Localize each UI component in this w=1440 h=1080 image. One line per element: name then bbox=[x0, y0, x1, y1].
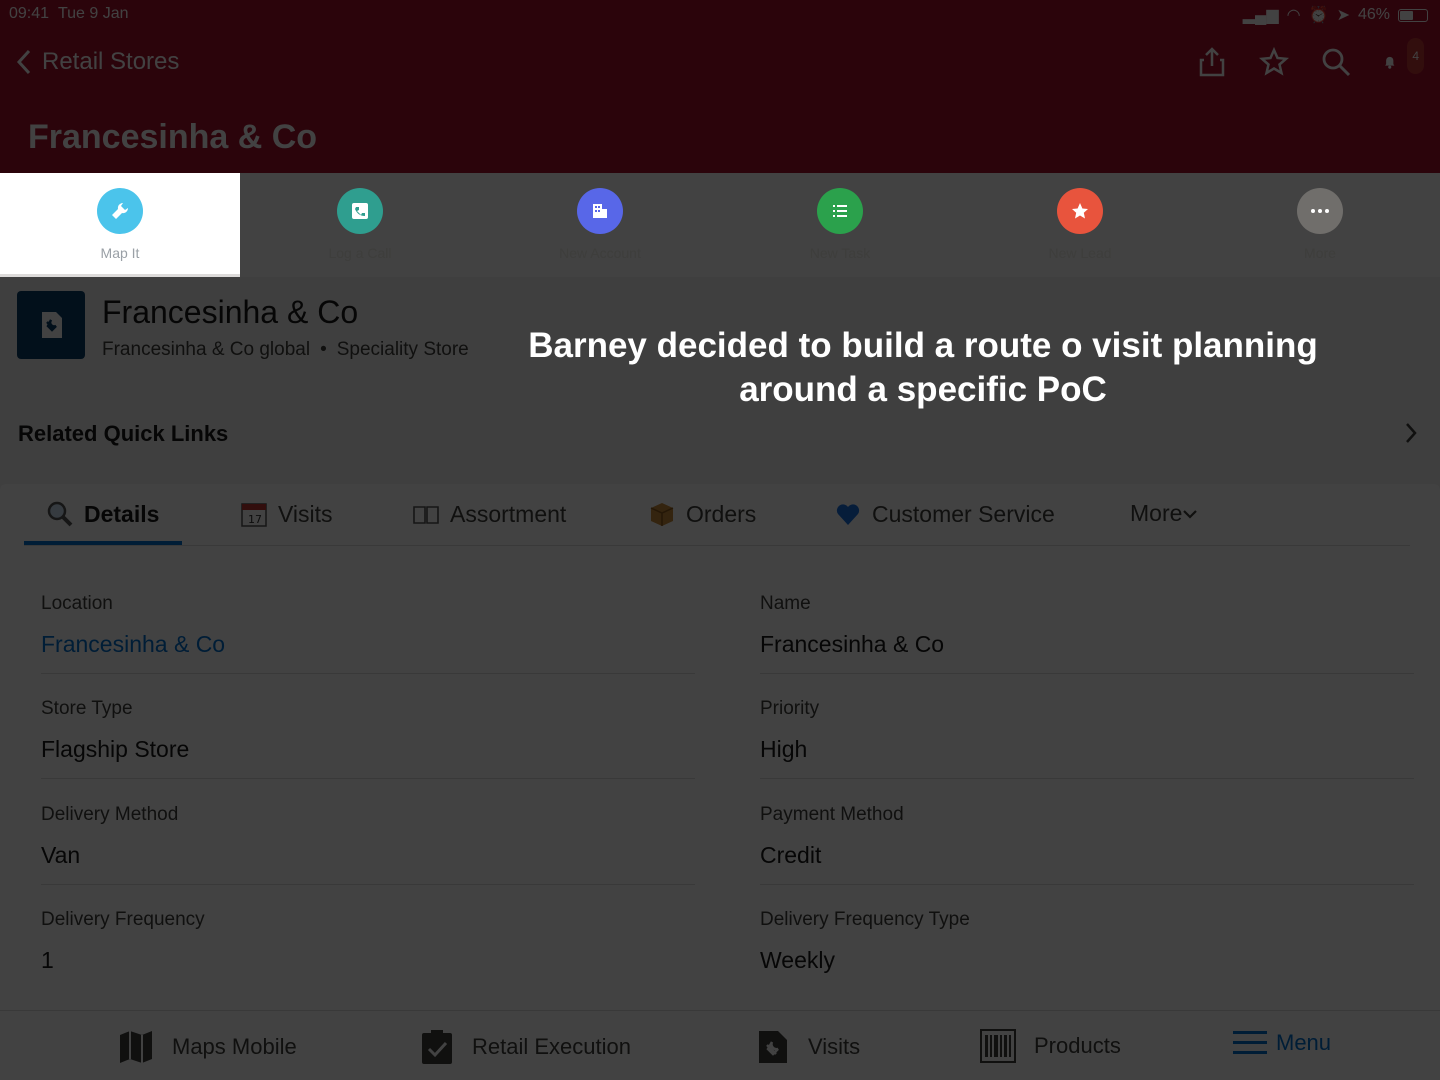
notification-badge: 4 bbox=[1407, 38, 1424, 74]
tab-details[interactable]: Details bbox=[46, 500, 159, 528]
battery-percent: 46% bbox=[1357, 6, 1390, 23]
magnifier-icon bbox=[47, 501, 73, 527]
action-log-a-call[interactable]: Log a Call bbox=[240, 173, 480, 277]
visit-icon bbox=[759, 1031, 787, 1063]
chevron-down-icon bbox=[1183, 509, 1198, 519]
star-icon bbox=[1057, 188, 1103, 234]
more-icon bbox=[1297, 188, 1343, 234]
tab-more[interactable]: More bbox=[1130, 500, 1198, 527]
heart-icon bbox=[836, 504, 860, 525]
quick-links-title: Related Quick Links bbox=[18, 421, 229, 446]
action-new-lead[interactable]: New Lead bbox=[960, 173, 1200, 277]
bottom-tab-bar: Maps Mobile Retail Execution Visits Prod… bbox=[0, 1010, 1440, 1080]
details-card: Details 17 Visits Assortment Orders Cust… bbox=[0, 484, 1440, 1010]
action-more[interactable]: More bbox=[1200, 173, 1440, 277]
status-right: ▂▄▆ ◠ ⏰ ➤ 46% bbox=[1243, 5, 1428, 25]
wrench-icon bbox=[97, 188, 143, 234]
field-delivery-frequency: Delivery Frequency 1 bbox=[41, 909, 205, 973]
search-icon[interactable] bbox=[1320, 44, 1352, 80]
phone-icon bbox=[337, 188, 383, 234]
action-bar: Map It Log a Call New Account New Task N… bbox=[0, 173, 1440, 277]
alarm-icon: ⏰ bbox=[1308, 7, 1329, 24]
calendar-icon: 17 bbox=[241, 503, 267, 527]
store-icon bbox=[17, 291, 85, 359]
package-icon bbox=[650, 503, 674, 526]
bottom-tab-retail-execution[interactable]: Retail Execution bbox=[420, 1029, 631, 1065]
active-tab-indicator bbox=[24, 541, 182, 545]
action-new-task[interactable]: New Task bbox=[720, 173, 960, 277]
field-delivery-method: Delivery Method Van bbox=[41, 796, 695, 902]
barcode-icon bbox=[980, 1029, 1016, 1063]
back-button[interactable]: Retail Stores bbox=[16, 48, 179, 76]
building-icon bbox=[577, 188, 623, 234]
field-location: Location Francesinha & Co bbox=[41, 585, 695, 691]
action-map-it[interactable]: Map It bbox=[0, 173, 240, 277]
record-type: Speciality Store bbox=[336, 339, 469, 360]
tab-visits[interactable]: 17 Visits bbox=[240, 500, 333, 528]
tab-orders[interactable]: Orders bbox=[648, 500, 756, 528]
record-name: Francesinha & Co bbox=[102, 294, 359, 330]
clipboard-icon bbox=[422, 1030, 452, 1064]
tab-bar: Details 17 Visits Assortment Orders Cust… bbox=[24, 484, 1410, 546]
svg-text:17: 17 bbox=[248, 513, 262, 526]
action-label: More bbox=[1304, 245, 1336, 261]
record-parent: Francesinha & Co global bbox=[102, 339, 311, 360]
location-icon: ➤ bbox=[1336, 7, 1350, 24]
bottom-tab-products[interactable]: Products bbox=[980, 1029, 1121, 1063]
field-priority: Priority High bbox=[760, 690, 1414, 796]
action-label: New Task bbox=[809, 245, 871, 261]
record-subtitle: Francesinha & Co global • Speciality Sto… bbox=[102, 339, 469, 361]
field-payment-method: Payment Method Credit bbox=[760, 796, 1414, 902]
tutorial-caption: Barney decided to build a route o visit … bbox=[528, 326, 1318, 409]
status-time: 09:41 Tue 9 Jan bbox=[9, 5, 129, 22]
bell-icon[interactable]: 4 bbox=[1382, 38, 1424, 80]
bottom-tab-maps-mobile[interactable]: Maps Mobile bbox=[118, 1029, 297, 1065]
menu-icon bbox=[1233, 1031, 1267, 1054]
action-label: New Lead bbox=[1048, 245, 1112, 261]
back-label: Retail Stores bbox=[42, 48, 180, 75]
navigation-bar: Retail Stores 4 Francesinha & Co bbox=[0, 28, 1440, 173]
status-bar: 09:41 Tue 9 Jan ▂▄▆ ◠ ⏰ ➤ 46% bbox=[0, 0, 1440, 28]
field-delivery-frequency-type: Delivery Frequency Type Weekly bbox=[760, 909, 970, 973]
share-icon[interactable] bbox=[1196, 44, 1228, 80]
action-label: Log a Call bbox=[328, 245, 392, 261]
field-name: Name Francesinha & Co bbox=[760, 585, 1414, 691]
action-label: Map It bbox=[100, 245, 140, 261]
map-icon bbox=[120, 1031, 152, 1063]
book-icon bbox=[413, 506, 439, 524]
action-new-account[interactable]: New Account bbox=[480, 173, 720, 277]
page-title: Francesinha & Co bbox=[28, 118, 318, 156]
star-icon[interactable] bbox=[1258, 44, 1290, 80]
location-link[interactable]: Francesinha & Co bbox=[41, 631, 225, 658]
bottom-tab-menu[interactable]: Menu bbox=[1232, 1029, 1331, 1057]
action-label: New Account bbox=[559, 245, 641, 261]
tab-customer-service[interactable]: Customer Service bbox=[834, 500, 1055, 528]
list-icon bbox=[817, 188, 863, 234]
chevron-left-icon bbox=[16, 49, 31, 75]
chevron-right-icon bbox=[1406, 423, 1417, 443]
signal-icon: ▂▄▆ bbox=[1242, 7, 1279, 24]
field-store-type: Store Type Flagship Store bbox=[41, 690, 695, 796]
wifi-icon: ◠ bbox=[1286, 7, 1301, 24]
bottom-tab-visits[interactable]: Visits bbox=[756, 1029, 860, 1065]
tab-assortment[interactable]: Assortment bbox=[412, 500, 566, 528]
header-icons: 4 bbox=[1196, 38, 1424, 80]
subtitle-separator: • bbox=[320, 339, 327, 360]
battery-icon bbox=[1398, 8, 1428, 22]
